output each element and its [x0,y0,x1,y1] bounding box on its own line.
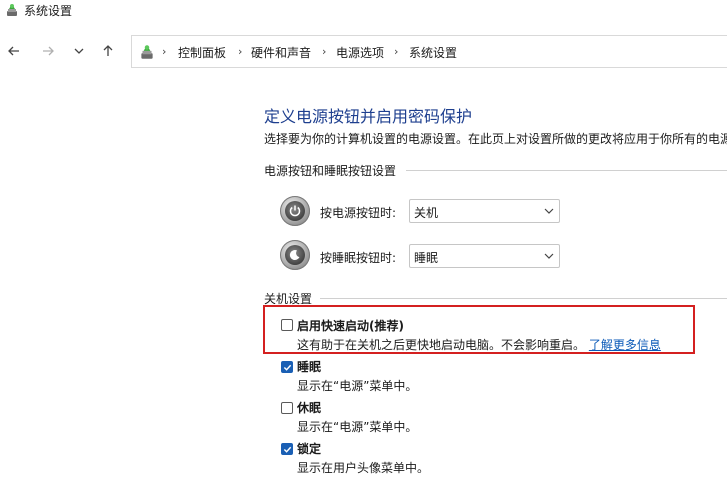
recent-locations-button[interactable] [67,39,91,63]
section-divider [406,170,727,171]
fast-startup-checkbox[interactable] [281,319,293,331]
title-bar: 系统设置 [0,0,727,22]
navigation-bar: › 控制面板 › 硬件和声音 › 电源选项 › 系统设置 [0,33,727,71]
power-options-icon [141,45,153,59]
sleep-label[interactable]: 睡眠 [297,358,321,375]
power-button-icon [280,196,310,226]
sleep-button-icon [280,240,310,270]
hibernate-description: 显示在“电源”菜单中。 [297,420,418,434]
hibernate-checkbox[interactable] [281,402,293,414]
lock-checkbox[interactable] [281,443,293,455]
chevron-down-icon [544,253,554,259]
breadcrumb-system-settings[interactable]: 系统设置 [409,44,457,61]
breadcrumb-control-panel[interactable]: 控制面板 [178,44,226,61]
lock-description: 显示在用户头像菜单中。 [297,461,430,475]
back-arrow-icon [8,46,19,56]
sleep-description: 显示在“电源”菜单中。 [297,379,418,393]
checkmark-icon [283,364,292,371]
power-buttons-section-title: 电源按钮和睡眠按钮设置 [264,164,397,178]
fast-startup-description: 这有助于在关机之后更快地启动电脑。不会影响重启。 了解更多信息 [297,338,661,352]
sleep-button-label: 按睡眠按钮时: [320,251,397,265]
forward-button[interactable] [36,39,60,63]
breadcrumb-hardware-and-sound[interactable]: 硬件和声音 [251,44,311,61]
checkmark-icon [283,446,292,453]
breadcrumb-power-options[interactable]: 电源选项 [336,44,384,61]
recent-locations-icon [74,48,84,54]
page-description: 选择要为你的计算机设置的电源设置。在此页上对设置所做的更改将应用于你所有的电源 [264,132,727,146]
section-divider [320,298,727,299]
power-options-icon [7,4,17,16]
page-title: 定义电源按钮并启用密码保护 [264,107,473,126]
hibernate-label[interactable]: 休眠 [297,399,321,416]
up-button[interactable] [96,39,120,63]
up-arrow-icon [103,45,113,56]
fast-startup-label[interactable]: 启用快速启动(推荐) [297,317,404,334]
sleep-button-action-select[interactable]: 睡眠 [409,244,560,268]
address-bar[interactable]: › 控制面板 › 硬件和声音 › 电源选项 › 系统设置 [131,35,727,68]
chevron-down-icon [544,208,554,214]
back-button[interactable] [2,39,26,63]
sleep-button-action-value: 睡眠 [414,251,439,265]
lock-label[interactable]: 锁定 [297,440,321,457]
breadcrumb-separator: › [322,45,327,58]
power-button-action-value: 关机 [414,206,439,220]
power-button-action-select[interactable]: 关机 [409,199,560,223]
breadcrumb-separator: › [162,45,167,58]
breadcrumb-separator: › [238,45,243,58]
learn-more-link[interactable]: 了解更多信息 [589,338,661,352]
window-title: 系统设置 [24,4,73,18]
sleep-checkbox[interactable] [281,361,293,373]
breadcrumb-separator: › [394,45,399,58]
forward-arrow-icon [43,46,54,56]
power-button-label: 按电源按钮时: [320,206,397,220]
